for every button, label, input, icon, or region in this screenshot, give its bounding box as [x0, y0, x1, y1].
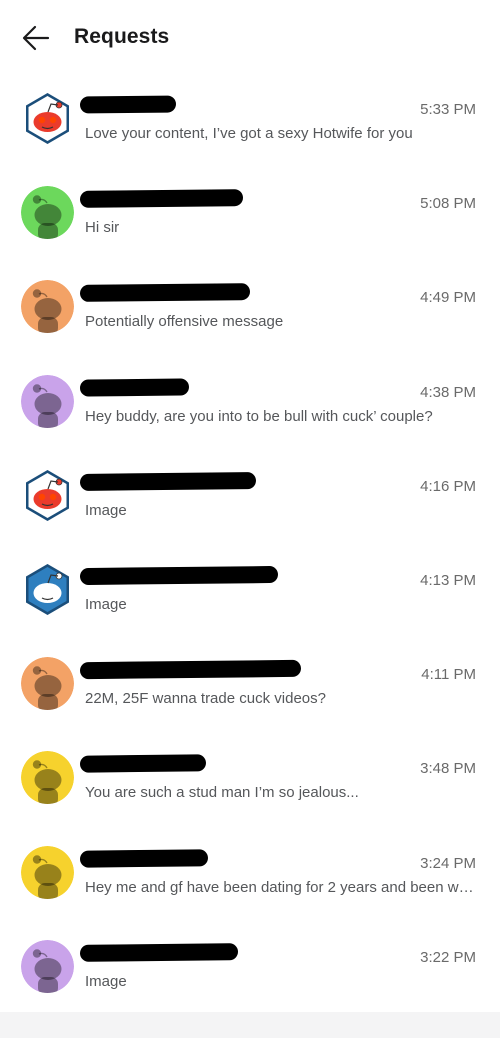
snoo-red-icon[interactable] — [21, 92, 74, 145]
request-row[interactable]: 3:48 PM You are such a stud man I’m so je… — [0, 735, 500, 829]
request-row[interactable]: 4:49 PM Potentially offensive message — [0, 264, 500, 358]
snoo-red-icon[interactable] — [21, 469, 74, 522]
back-button[interactable] — [18, 20, 54, 56]
request-row[interactable]: 4:11 PM 22M, 25F wanna trade cuck videos? — [0, 641, 500, 735]
redacted-username — [79, 471, 257, 491]
back-arrow-icon — [22, 25, 50, 51]
page-title: Requests — [74, 25, 170, 48]
purple-default-avatar-icon[interactable] — [21, 374, 74, 428]
redacted-username — [79, 283, 251, 303]
request-row[interactable]: 4:13 PM Image — [0, 547, 500, 641]
timestamp: 3:22 PM — [420, 948, 476, 966]
message-preview: You are such a stud man I’m so jealous..… — [85, 784, 359, 802]
request-row[interactable]: 4:38 PM Hey buddy, are you into to be bul… — [0, 359, 500, 453]
snoo-blue-icon[interactable] — [21, 563, 74, 616]
app-header: Requests — [0, 0, 500, 76]
redacted-username — [79, 95, 177, 114]
request-row[interactable]: 5:08 PM Hi sir — [0, 170, 500, 264]
redacted-username — [79, 377, 190, 397]
redacted-username — [79, 942, 239, 962]
requests-list: 5:33 PM Love your content, I’ve got a sex… — [0, 76, 500, 1018]
timestamp: 5:08 PM — [420, 195, 476, 213]
message-preview: Image — [85, 501, 127, 519]
request-row[interactable]: 3:24 PM Hey me and gf have been dating fo… — [0, 830, 500, 924]
redacted-username — [79, 754, 207, 773]
timestamp: 4:38 PM — [420, 383, 476, 401]
yellow-default-avatar-icon[interactable] — [21, 845, 74, 899]
timestamp: 4:49 PM — [420, 289, 476, 307]
timestamp: 5:33 PM — [420, 101, 476, 118]
timestamp: 3:24 PM — [420, 854, 476, 872]
message-preview: Hey me and gf have been dating for 2 yea… — [85, 878, 480, 896]
timestamp: 4:11 PM — [421, 666, 476, 684]
message-preview: Love your content, I’ve got a sexy Hotwi… — [85, 125, 413, 142]
redacted-username — [79, 848, 209, 868]
purple-default-avatar-icon[interactable] — [21, 939, 74, 993]
redacted-username — [79, 565, 279, 585]
redacted-username — [79, 659, 302, 680]
message-preview: 22M, 25F wanna trade cuck videos? — [85, 690, 326, 708]
timestamp: 4:13 PM — [420, 571, 476, 589]
orange-default-avatar-icon[interactable] — [21, 657, 74, 711]
message-preview: Image — [85, 595, 127, 613]
message-preview: Hey buddy, are you into to be bull with … — [85, 407, 433, 425]
timestamp: 4:16 PM — [420, 477, 476, 495]
orange-default-avatar-icon[interactable] — [21, 280, 74, 334]
redacted-username — [79, 189, 244, 209]
request-row[interactable]: 5:33 PM Love your content, I’ve got a sex… — [0, 76, 500, 170]
timestamp: 3:48 PM — [420, 760, 476, 778]
request-row[interactable]: 4:16 PM Image — [0, 453, 500, 547]
message-preview: Image — [85, 972, 127, 990]
yellow-default-avatar-icon[interactable] — [21, 751, 74, 805]
request-row[interactable]: 3:22 PM Image — [0, 924, 500, 1018]
message-preview: Potentially offensive message — [85, 313, 284, 331]
green-default-avatar-icon[interactable] — [21, 186, 74, 240]
message-preview: Hi sir — [85, 219, 120, 237]
bottom-bar — [0, 1012, 500, 1038]
